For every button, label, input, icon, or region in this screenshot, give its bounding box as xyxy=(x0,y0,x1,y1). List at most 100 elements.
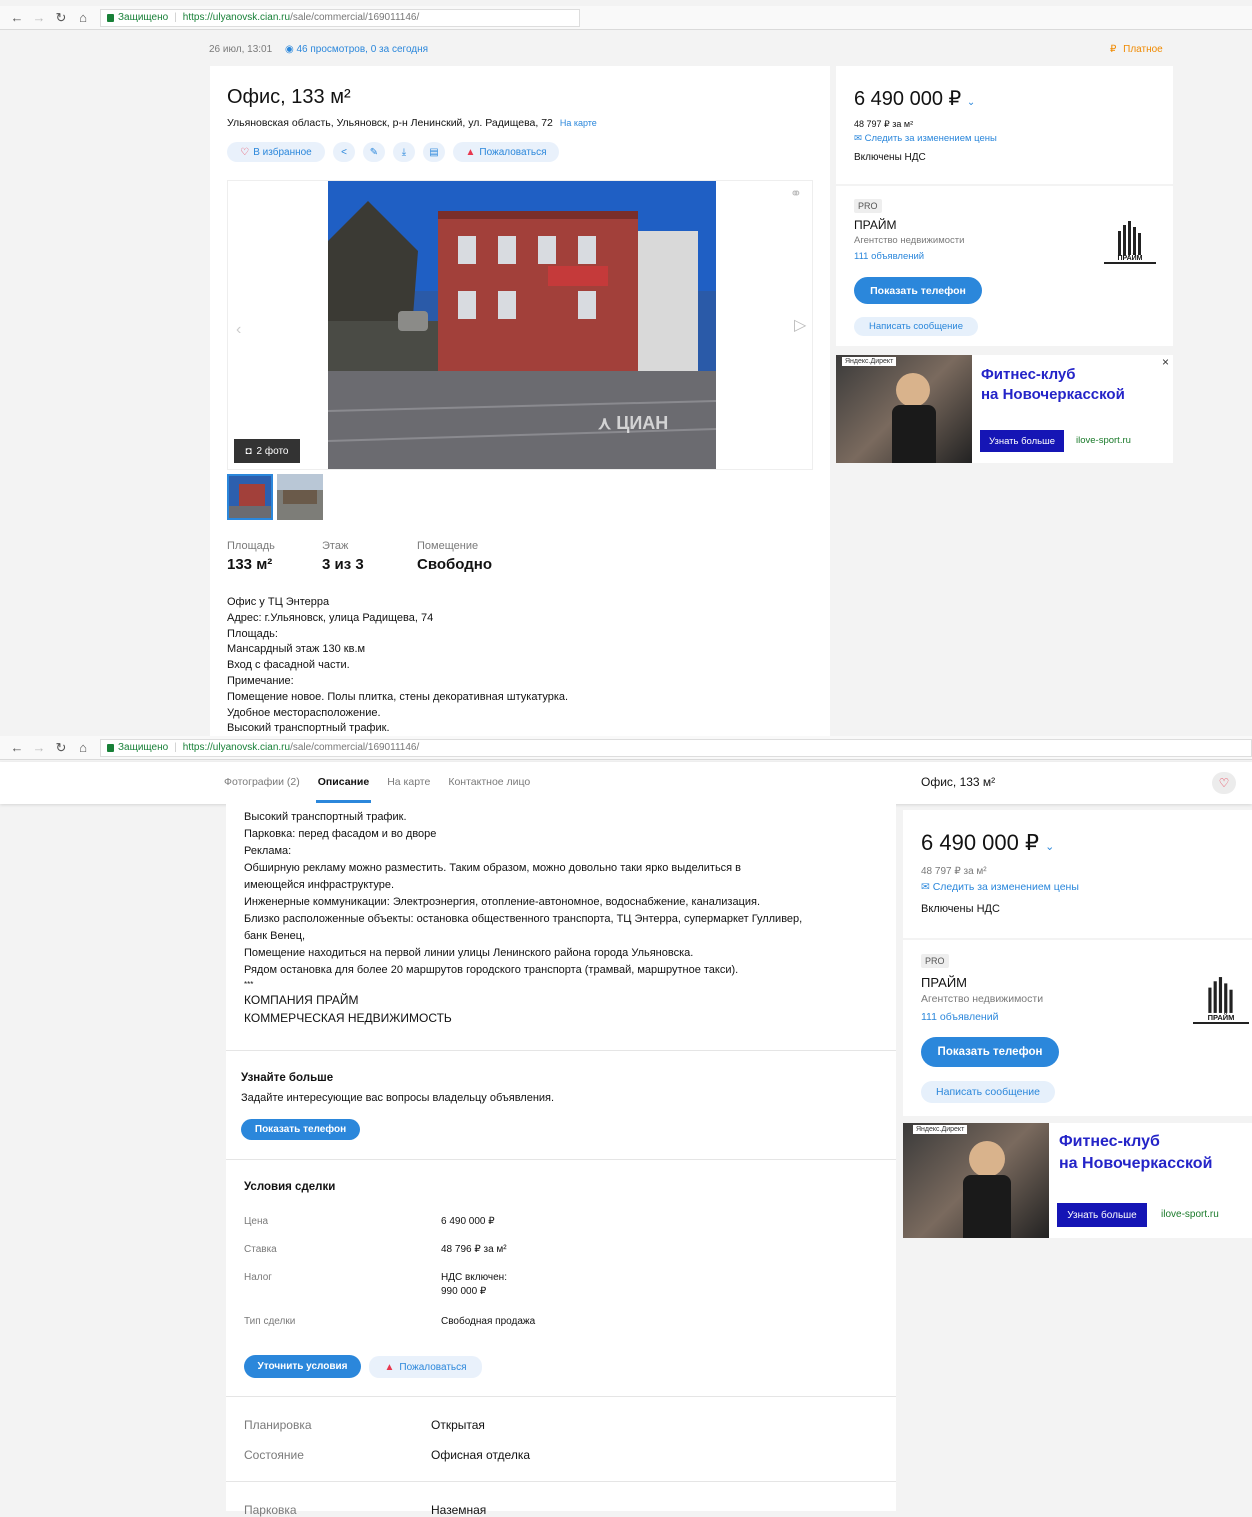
ad-banner-top[interactable]: Яндекс.Директ Фитнес-клуб на Новочеркасс… xyxy=(836,355,1173,463)
cian-logo-icon: ⋏ xyxy=(598,413,617,433)
edit-button[interactable]: ✎ xyxy=(363,142,385,162)
ad-title: Фитнес-клуб на Новочеркасской xyxy=(1059,1133,1213,1172)
warning-icon: ▲ xyxy=(465,146,476,158)
tab-photos[interactable]: Фотографии (2) xyxy=(224,776,300,788)
ad-learn-more-button[interactable]: Узнать больше xyxy=(980,430,1064,452)
prev-arrow-icon[interactable]: ‹ xyxy=(236,321,241,339)
print-button[interactable]: ▤ xyxy=(423,142,445,162)
thumbnail-2[interactable] xyxy=(277,474,323,520)
photo-count-badge[interactable]: ◘ 2 фото xyxy=(234,439,300,463)
main-photo[interactable]: ⋏ ЦИАН xyxy=(328,181,716,469)
ad-title: Фитнес-клуб на Новочеркасской xyxy=(981,366,1125,403)
fact-area: Площадь 133 м² xyxy=(227,540,275,573)
share-button[interactable]: < xyxy=(333,142,355,162)
download-button[interactable]: ⤓ xyxy=(393,142,415,162)
views-count: 46 просмотров, 0 за сегодня xyxy=(296,44,429,55)
tab-contact[interactable]: Контактное лицо xyxy=(448,776,530,788)
chevron-down-icon[interactable]: ⌄ xyxy=(967,97,975,108)
tabs: Фотографии (2) Описание На карте Контакт… xyxy=(224,776,530,803)
close-icon[interactable]: × xyxy=(1162,355,1169,369)
map-link[interactable]: На карте xyxy=(560,118,597,128)
mail-icon: ✉ xyxy=(854,133,865,144)
agency-type: Агентство недвижимости xyxy=(854,235,965,246)
price-per-m2: 48 797 ₽ за м² xyxy=(921,866,987,877)
thumbnail-1[interactable] xyxy=(227,474,273,520)
listing-card-bottom: Высокий транспортный трафик. Парковка: п… xyxy=(226,804,896,1517)
show-phone-button[interactable]: Показать телефон xyxy=(854,277,982,304)
agency-name[interactable]: ПРАЙМ xyxy=(921,975,967,990)
tab-description[interactable]: Описание xyxy=(315,776,372,803)
back-icon[interactable]: ← xyxy=(10,740,24,755)
price: 6 490 000 ₽ ⌄ xyxy=(854,88,976,110)
agency-name[interactable]: ПРАЙМ xyxy=(854,218,896,232)
share-icon: < xyxy=(341,146,347,158)
price-per-m2: 48 797 ₽ за м² xyxy=(854,119,914,129)
agency-card-bottom: PRO ПРАЙМ Агентство недвижимости 111 объ… xyxy=(903,940,1252,1116)
follow-price-link[interactable]: ✉ Следить за изменением цены xyxy=(854,133,997,144)
fact-premises: Помещение Свободно xyxy=(417,540,492,573)
listing-card: Офис, 133 м² Ульяновская область, Ульяно… xyxy=(210,66,830,736)
warning-icon: ▲ xyxy=(384,1361,395,1373)
action-row: ♡ В избранное < ✎ ⤓ ▤ ▲ Пожаловаться xyxy=(227,142,559,162)
ad-learn-more-button[interactable]: Узнать больше xyxy=(1057,1203,1147,1227)
address-bar[interactable]: Защищено | https://ulyanovsk.cian.ru/sal… xyxy=(100,8,580,27)
ad-banner-bottom[interactable]: Яндекс.Директ Фитнес-клуб на Новочеркасс… xyxy=(903,1123,1252,1238)
follow-price-link[interactable]: ✉ Следить за изменением цены xyxy=(921,881,1079,893)
favorite-button[interactable]: ♡ В избранное xyxy=(227,142,325,162)
tab-map[interactable]: На карте xyxy=(387,776,430,788)
forward-icon[interactable]: → xyxy=(32,740,46,755)
show-phone-button[interactable]: Показать телефон xyxy=(921,1037,1059,1067)
home-icon[interactable]: ⌂ xyxy=(76,10,90,25)
heart-icon: ♡ xyxy=(240,146,250,158)
lock-icon xyxy=(107,13,114,22)
learn-more-show-phone-button[interactable]: Показать телефон xyxy=(241,1119,360,1140)
url-text: https://ulyanovsk.cian.ru/sale/commercia… xyxy=(182,742,420,753)
pencil-icon: ✎ xyxy=(369,146,379,158)
reload-icon[interactable]: ↻ xyxy=(54,10,68,26)
lock-icon xyxy=(107,743,114,752)
next-arrow-icon[interactable]: ▷ xyxy=(794,315,806,335)
fact-floor: Этаж 3 из 3 xyxy=(322,540,364,573)
print-icon: ▤ xyxy=(429,146,439,158)
agency-logo: ПРАЙМ xyxy=(1104,212,1156,264)
watermark: ⋏ ЦИАН xyxy=(598,413,669,433)
download-icon: ⤓ xyxy=(401,146,407,158)
browser-toolbar-top: ← → ↻ ⌂ Защищено | https://ulyanovsk.cia… xyxy=(0,6,1252,30)
learn-more-title: Узнайте больше xyxy=(241,1072,334,1084)
complain-button-deal[interactable]: ▲ Пожаловаться xyxy=(369,1356,482,1378)
link-icon[interactable]: ⚭ xyxy=(790,185,802,202)
vat-label: Включены НДС xyxy=(854,152,926,163)
chevron-down-icon[interactable]: ⌄ xyxy=(1045,841,1054,853)
ad-image: Яндекс.Директ xyxy=(903,1123,1049,1238)
home-icon[interactable]: ⌂ xyxy=(76,740,90,755)
forward-icon[interactable]: → xyxy=(32,10,46,25)
listing-meta: 26 июл, 13:01 ◉ 46 просмотров, 0 за сего… xyxy=(209,44,428,55)
eye-icon: ◉ xyxy=(284,44,294,55)
complain-button-top[interactable]: ▲ Пожаловаться xyxy=(453,142,559,162)
price-card-bottom: 6 490 000 ₽ ⌄ 48 797 ₽ за м² ✉ Следить з… xyxy=(903,810,1252,938)
write-message-button[interactable]: Написать сообщение xyxy=(854,317,978,336)
heart-icon: ♡ xyxy=(1218,776,1230,790)
address-text: Ульяновская область, Ульяновск, р-н Лени… xyxy=(227,117,553,129)
sticky-favorite-button[interactable]: ♡ xyxy=(1212,772,1236,794)
write-message-button[interactable]: Написать сообщение xyxy=(921,1081,1055,1103)
camera-icon: ◘ xyxy=(245,445,252,457)
ad-image: Яндекс.Директ xyxy=(836,355,972,463)
description-top: Офис у ТЦ Энтерра Адрес: г.Ульяновск, ул… xyxy=(227,596,569,735)
mail-icon: ✉ xyxy=(921,881,933,893)
back-icon[interactable]: ← xyxy=(10,10,24,25)
secure-label: Защищено xyxy=(118,12,169,23)
sticky-title: Офис, 133 м² xyxy=(921,775,996,789)
ad-domain[interactable]: ilove-sport.ru xyxy=(1161,1209,1219,1220)
reload-icon[interactable]: ↻ xyxy=(54,740,68,756)
address-bar[interactable]: Защищено | https://ulyanovsk.cian.ru/sal… xyxy=(100,738,1252,757)
sticky-tabs-bar: Фотографии (2) Описание На карте Контакт… xyxy=(0,762,1252,804)
url-text: https://ulyanovsk.cian.ru/sale/commercia… xyxy=(182,12,420,23)
clarify-terms-button[interactable]: Уточнить условия xyxy=(244,1355,361,1378)
agency-ads-link[interactable]: 111 объявлений xyxy=(854,251,924,262)
ad-domain[interactable]: ilove-sport.ru xyxy=(1076,435,1131,446)
page-title: Офис, 133 м² xyxy=(227,86,351,108)
agency-ads-link[interactable]: 111 объявлений xyxy=(921,1011,998,1023)
browser-toolbar-bottom: ← → ↻ ⌂ Защищено | https://ulyanovsk.cia… xyxy=(0,736,1252,760)
description-bottom: Высокий транспортный трафик. Парковка: п… xyxy=(244,811,803,1025)
